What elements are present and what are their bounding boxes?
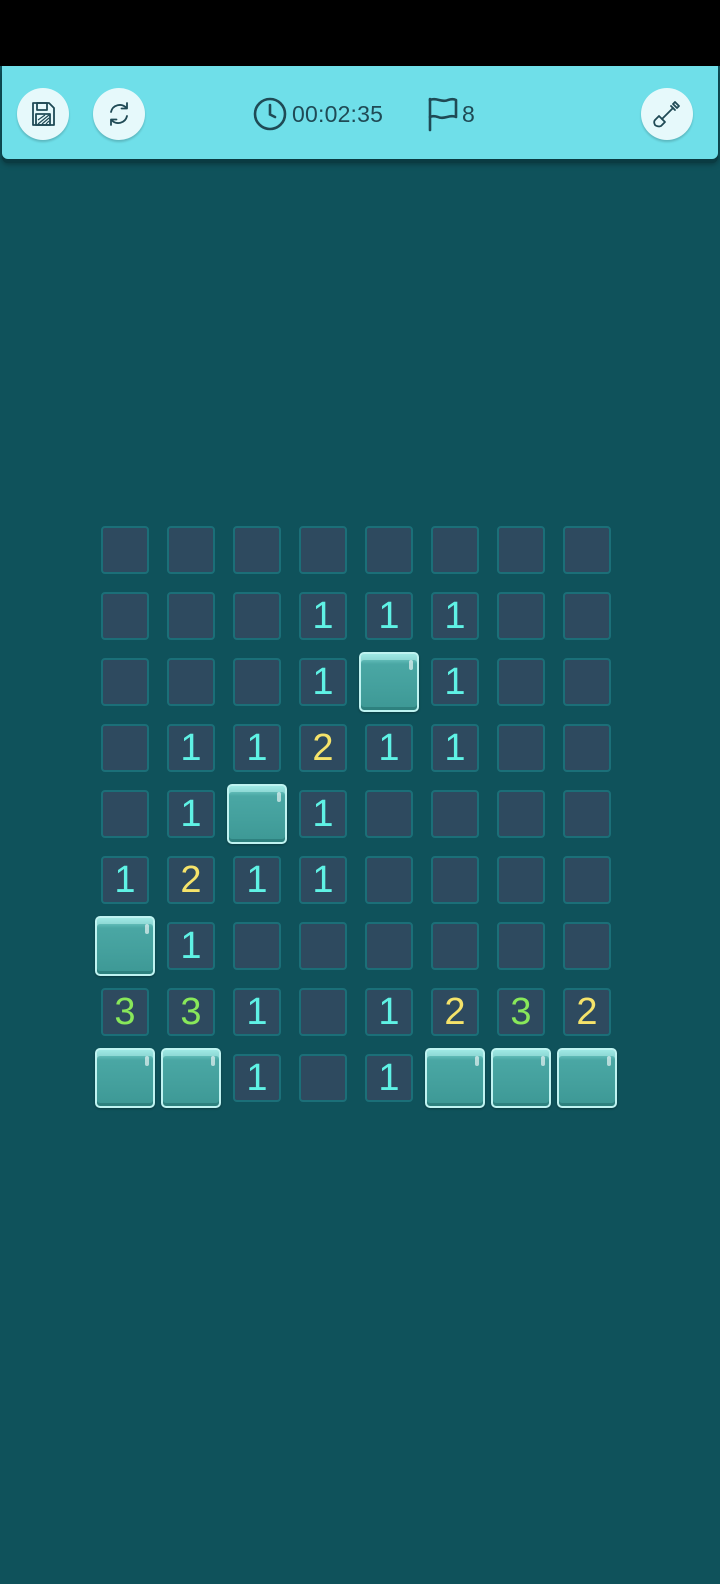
revealed-empty-tile[interactable]: [431, 922, 479, 970]
revealed-empty-tile[interactable]: [233, 592, 281, 640]
revealed-empty-tile[interactable]: [167, 592, 215, 640]
revealed-empty-tile[interactable]: [431, 856, 479, 904]
revealed-empty-tile[interactable]: [299, 922, 347, 970]
number-tile[interactable]: 1: [431, 592, 479, 640]
number-tile[interactable]: 2: [431, 988, 479, 1036]
number-tile[interactable]: 1: [233, 1054, 281, 1102]
number-tile[interactable]: 1: [365, 988, 413, 1036]
revealed-empty-tile[interactable]: [497, 658, 545, 706]
revealed-empty-tile[interactable]: [365, 922, 413, 970]
number-tile[interactable]: 1: [365, 724, 413, 772]
revealed-empty-tile[interactable]: [563, 592, 611, 640]
covered-tile[interactable]: [95, 916, 155, 976]
covered-tile[interactable]: [227, 784, 287, 844]
revealed-empty-tile[interactable]: [299, 1054, 347, 1102]
covered-tile[interactable]: [161, 1048, 221, 1108]
number-tile[interactable]: 1: [167, 922, 215, 970]
number-tile[interactable]: 3: [497, 988, 545, 1036]
covered-tile[interactable]: [557, 1048, 617, 1108]
number-tile[interactable]: 1: [431, 658, 479, 706]
revealed-empty-tile[interactable]: [101, 592, 149, 640]
number-tile[interactable]: 1: [299, 790, 347, 838]
revealed-empty-tile[interactable]: [563, 724, 611, 772]
revealed-empty-tile[interactable]: [101, 526, 149, 574]
number-tile[interactable]: 1: [233, 856, 281, 904]
number-tile[interactable]: 1: [365, 1054, 413, 1102]
revealed-empty-tile[interactable]: [563, 790, 611, 838]
revealed-empty-tile[interactable]: [497, 526, 545, 574]
revealed-empty-tile[interactable]: [497, 592, 545, 640]
number-tile[interactable]: 2: [167, 856, 215, 904]
number-tile[interactable]: 1: [365, 592, 413, 640]
number-tile[interactable]: 1: [167, 790, 215, 838]
revealed-empty-tile[interactable]: [431, 790, 479, 838]
covered-tile[interactable]: [425, 1048, 485, 1108]
minefield-board: 11111112111112111331123211: [0, 0, 720, 1584]
number-tile[interactable]: 2: [299, 724, 347, 772]
revealed-empty-tile[interactable]: [233, 526, 281, 574]
number-tile[interactable]: 1: [299, 658, 347, 706]
revealed-empty-tile[interactable]: [233, 658, 281, 706]
revealed-empty-tile[interactable]: [167, 658, 215, 706]
covered-tile[interactable]: [491, 1048, 551, 1108]
revealed-empty-tile[interactable]: [497, 922, 545, 970]
revealed-empty-tile[interactable]: [563, 856, 611, 904]
revealed-empty-tile[interactable]: [365, 790, 413, 838]
number-tile[interactable]: 1: [431, 724, 479, 772]
revealed-empty-tile[interactable]: [431, 526, 479, 574]
revealed-empty-tile[interactable]: [563, 658, 611, 706]
covered-tile[interactable]: [359, 652, 419, 712]
revealed-empty-tile[interactable]: [365, 856, 413, 904]
number-tile[interactable]: 1: [167, 724, 215, 772]
number-tile[interactable]: 3: [167, 988, 215, 1036]
revealed-empty-tile[interactable]: [563, 922, 611, 970]
number-tile[interactable]: 1: [101, 856, 149, 904]
revealed-empty-tile[interactable]: [299, 526, 347, 574]
revealed-empty-tile[interactable]: [563, 526, 611, 574]
number-tile[interactable]: 1: [233, 724, 281, 772]
revealed-empty-tile[interactable]: [365, 526, 413, 574]
number-tile[interactable]: 1: [233, 988, 281, 1036]
covered-tile[interactable]: [95, 1048, 155, 1108]
number-tile[interactable]: 1: [299, 856, 347, 904]
revealed-empty-tile[interactable]: [101, 724, 149, 772]
number-tile[interactable]: 1: [299, 592, 347, 640]
revealed-empty-tile[interactable]: [497, 790, 545, 838]
revealed-empty-tile[interactable]: [101, 658, 149, 706]
revealed-empty-tile[interactable]: [299, 988, 347, 1036]
number-tile[interactable]: 2: [563, 988, 611, 1036]
revealed-empty-tile[interactable]: [101, 790, 149, 838]
number-tile[interactable]: 3: [101, 988, 149, 1036]
revealed-empty-tile[interactable]: [167, 526, 215, 574]
revealed-empty-tile[interactable]: [497, 856, 545, 904]
revealed-empty-tile[interactable]: [233, 922, 281, 970]
revealed-empty-tile[interactable]: [497, 724, 545, 772]
